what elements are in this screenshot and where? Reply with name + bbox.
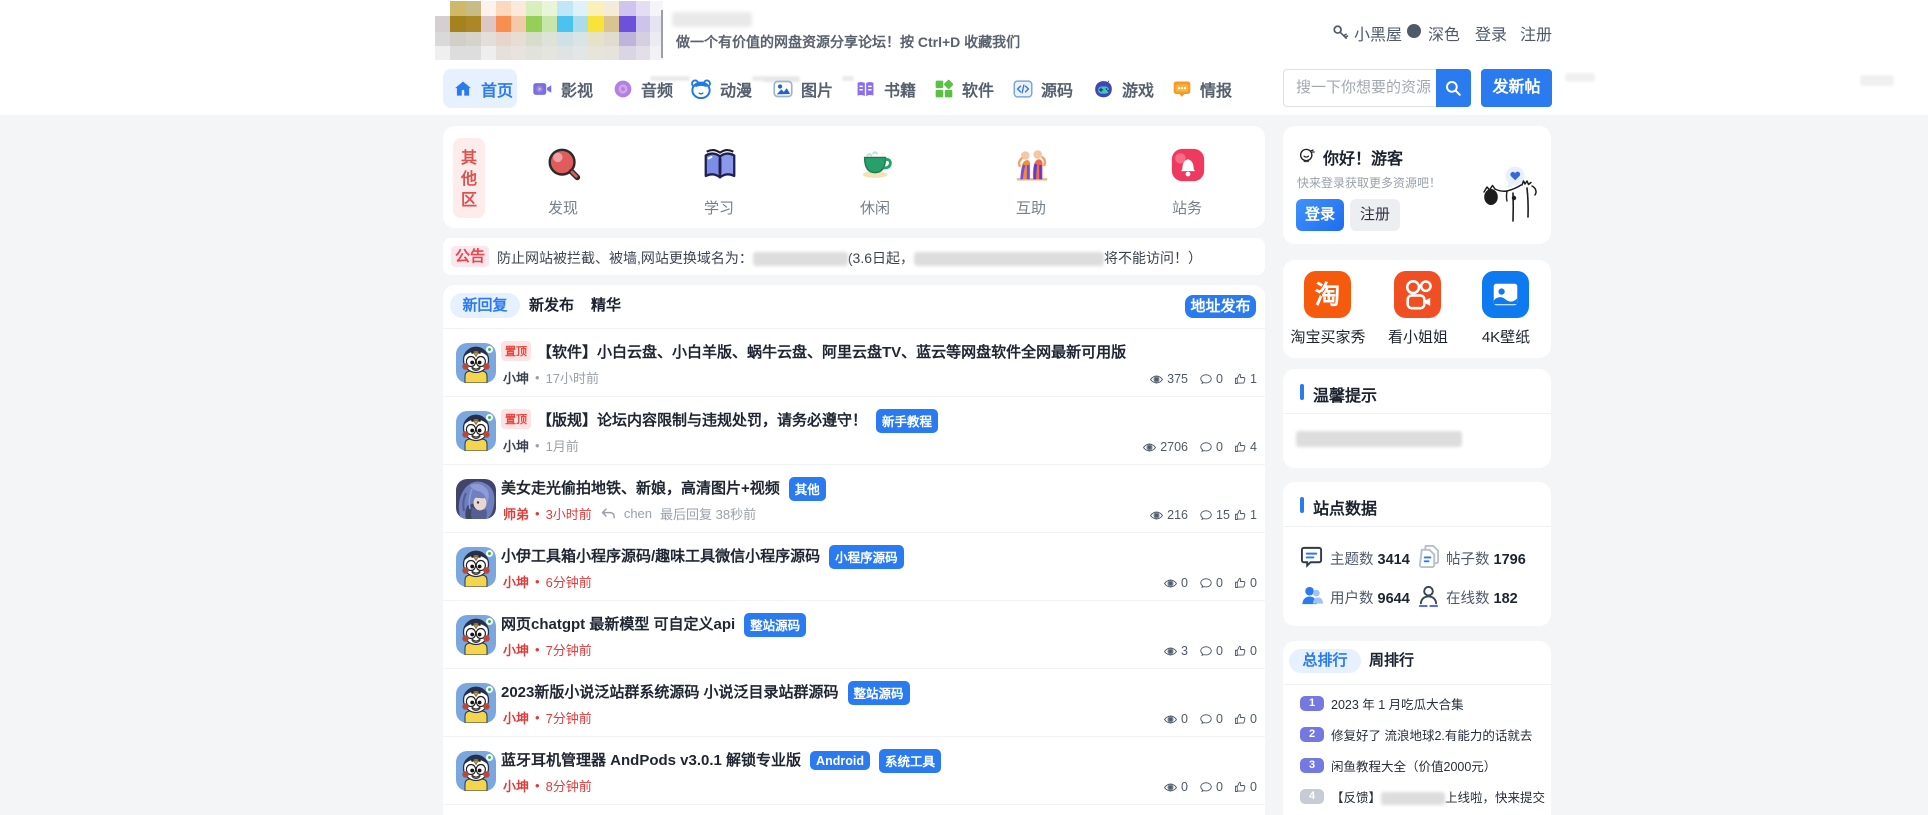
svg-text:淘: 淘 [1315,280,1340,309]
